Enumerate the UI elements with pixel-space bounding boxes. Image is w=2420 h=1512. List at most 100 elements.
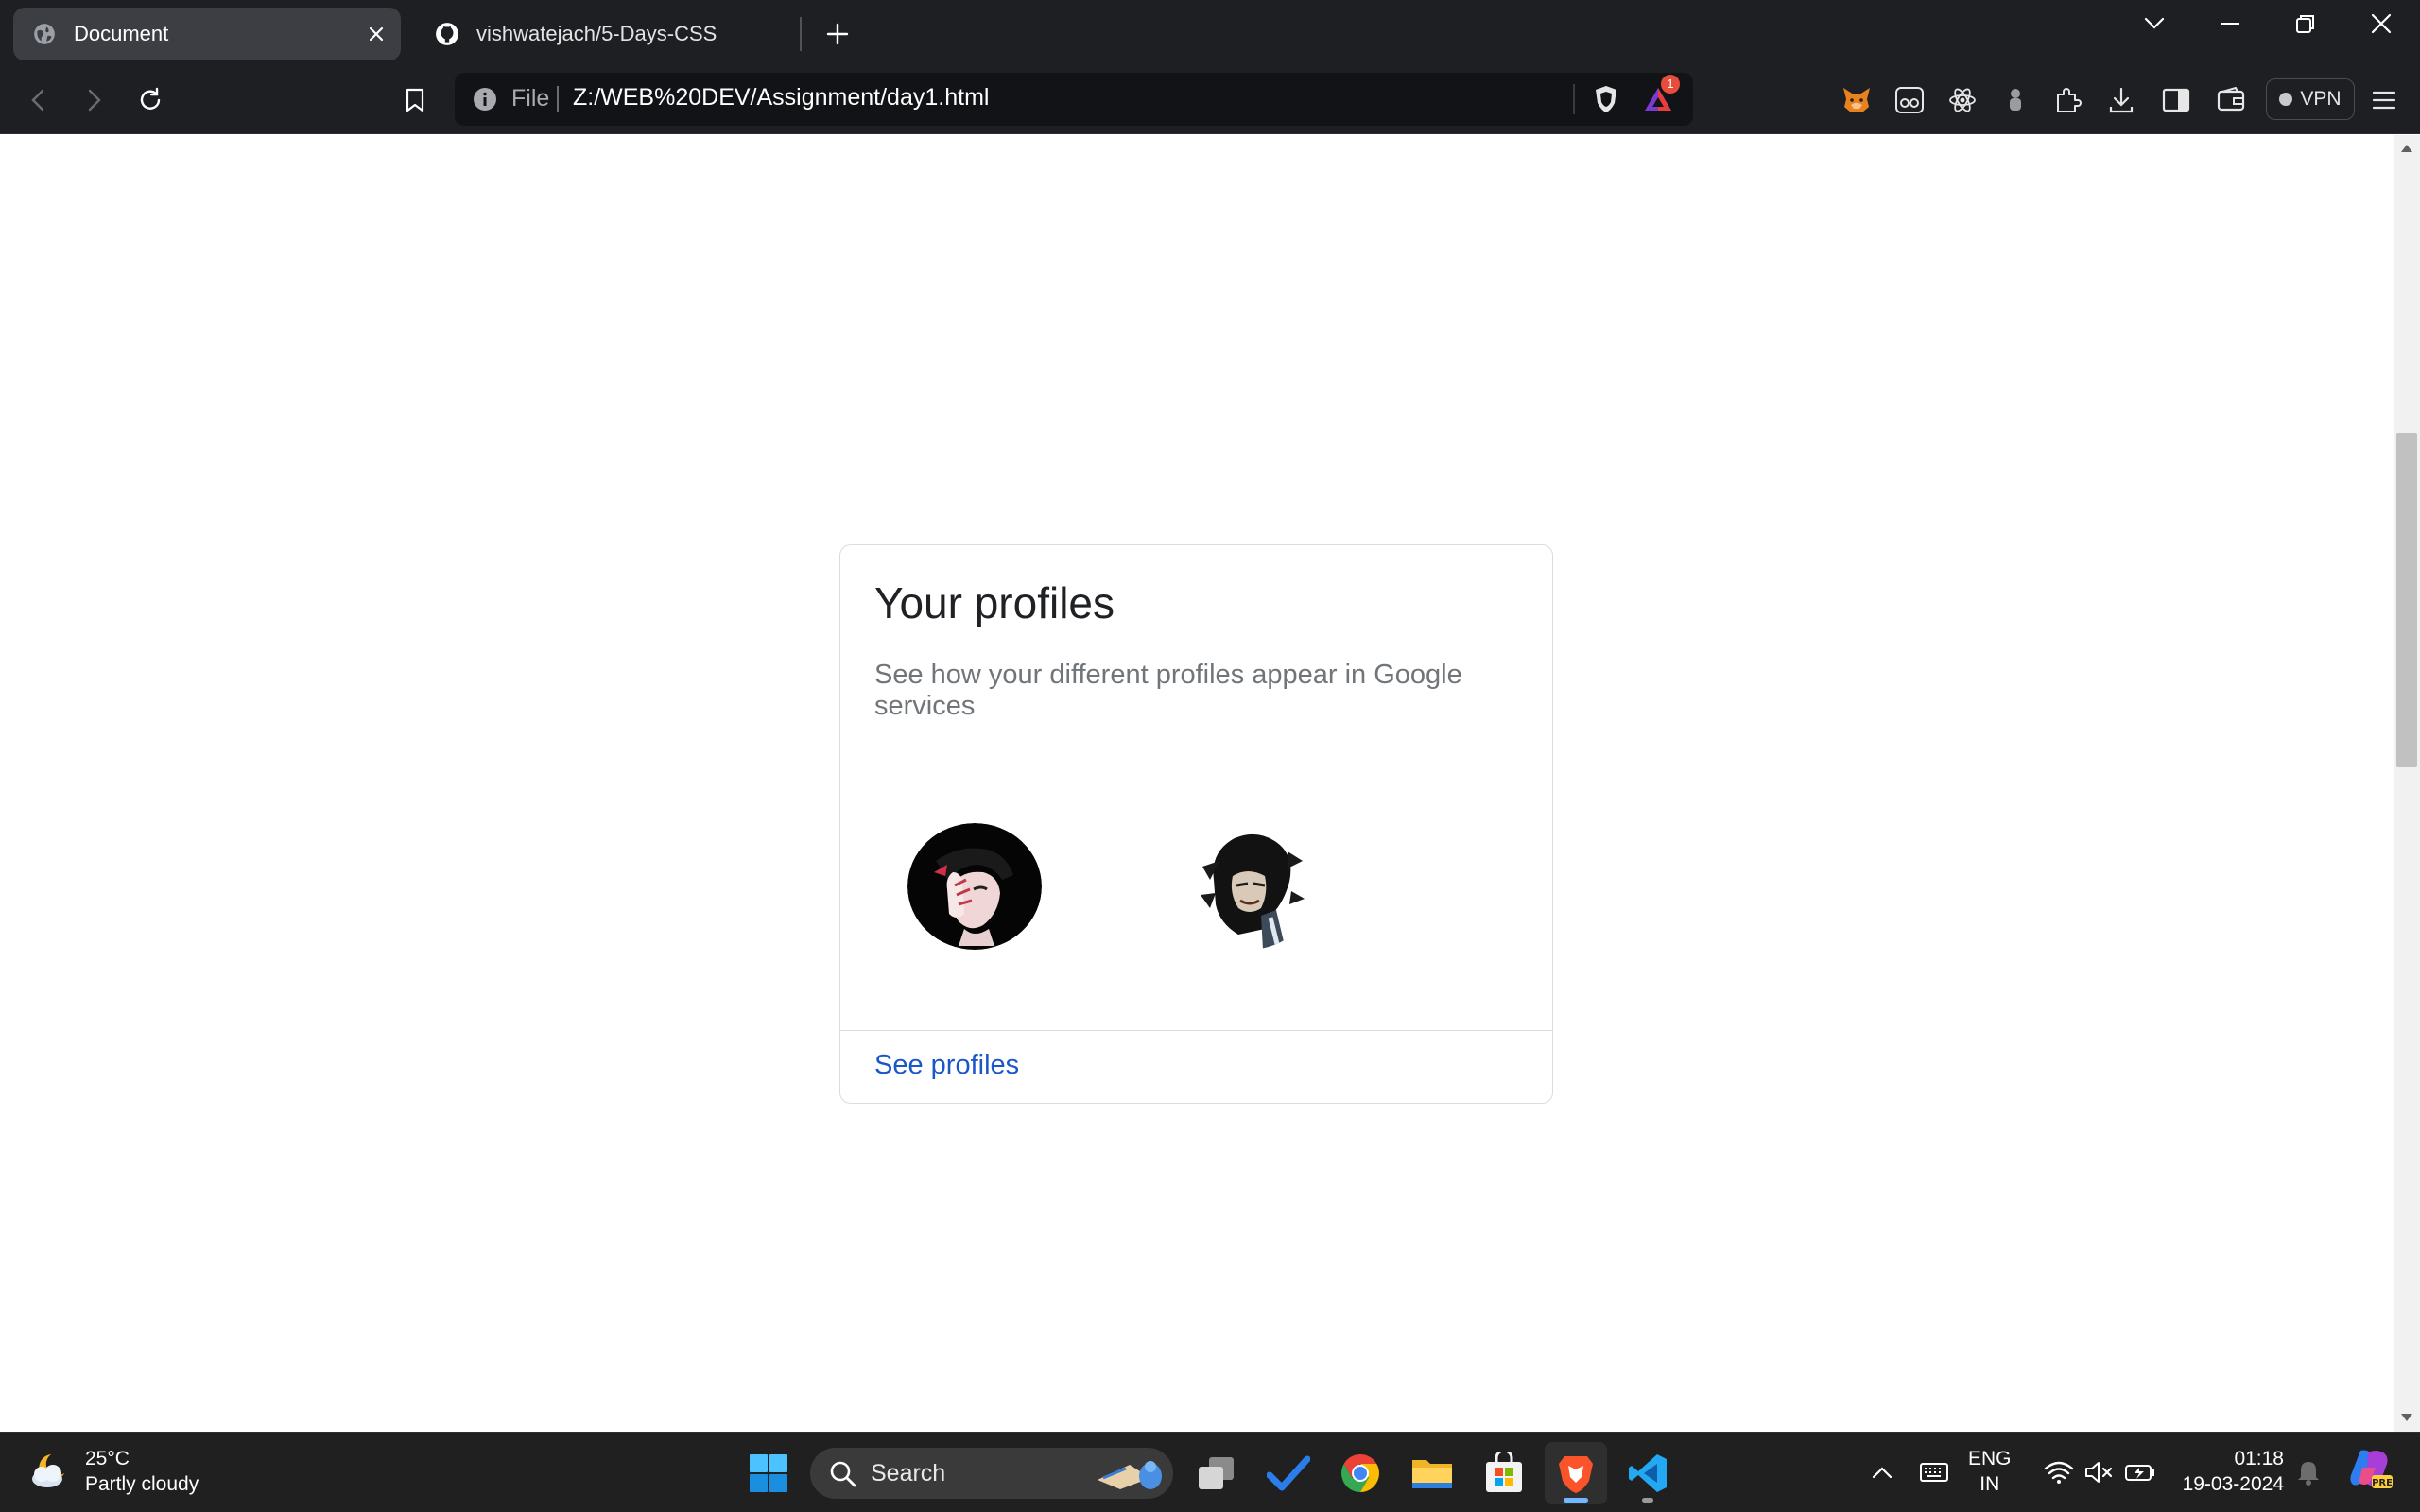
weather-condition: Partly cloudy [85, 1473, 199, 1495]
brave-lion-icon [1559, 1456, 1593, 1493]
card-title: Your profiles [874, 578, 1115, 627]
back-button[interactable] [17, 78, 60, 122]
start-button[interactable] [737, 1442, 800, 1504]
task-view-icon [1199, 1457, 1234, 1489]
plus-icon [826, 23, 849, 45]
system-clock[interactable]: 01:18 19-03-2024 [2174, 1446, 2284, 1497]
running-indicator [1642, 1498, 1653, 1503]
keyboard-icon [1920, 1463, 1948, 1482]
close-window-button[interactable] [2343, 0, 2419, 47]
taskbar-search[interactable]: Search [810, 1448, 1173, 1499]
new-tab-button[interactable] [817, 13, 858, 55]
search-icon [830, 1461, 856, 1487]
react-devtools-icon[interactable] [1944, 81, 1981, 119]
arrow-left-icon [31, 89, 44, 112]
todo-app[interactable] [1257, 1442, 1320, 1504]
see-profiles-link[interactable]: See profiles [874, 1050, 1019, 1081]
tab-search-button[interactable] [2117, 0, 2192, 47]
minimize-button[interactable] [2192, 0, 2268, 47]
card-subtitle: See how your different profiles appear i… [874, 660, 1462, 721]
chrome-app[interactable] [1329, 1442, 1392, 1504]
vscode-app[interactable] [1616, 1442, 1679, 1504]
search-highlight-icon [1098, 1461, 1162, 1489]
windows-logo-icon [750, 1454, 787, 1492]
vscode-icon [1629, 1454, 1667, 1492]
battery-charging-icon [2125, 1465, 2154, 1481]
search-label: Search [871, 1460, 946, 1486]
rewards-badge: 1 [1661, 75, 1680, 94]
address-divider [557, 86, 559, 112]
vpn-label: VPN [2300, 88, 2342, 110]
restore-button[interactable] [2268, 0, 2343, 47]
metamask-icon[interactable] [1838, 81, 1876, 119]
store-icon [1486, 1452, 1522, 1492]
browser-titlebar: Document vishwatejach/5-Days-CSS [0, 0, 2420, 65]
address-bar[interactable]: File Z:/WEB%20DEV/Assignment/day1.html 1 [455, 73, 1693, 126]
scroll-up-arrow[interactable] [2397, 139, 2416, 158]
scrollbar-thumb[interactable] [2396, 433, 2417, 767]
input-language-indicator[interactable]: ENG IN [1968, 1446, 2012, 1497]
bookmark-icon [406, 88, 424, 112]
triangle-down-icon [2401, 1414, 2412, 1421]
battery-button[interactable] [2121, 1452, 2159, 1493]
sidebar-toggle-icon[interactable] [2157, 81, 2195, 119]
task-view-button[interactable] [1185, 1442, 1248, 1504]
chrome-icon [1341, 1454, 1379, 1492]
address-divider [1573, 84, 1575, 114]
tab-github[interactable]: vishwatejach/5-Days-CSS [416, 8, 794, 60]
reload-button[interactable] [129, 78, 172, 122]
close-tab-icon[interactable] [359, 17, 393, 51]
tab-document[interactable]: Document [13, 8, 401, 60]
vpn-status-icon [2279, 93, 2293, 106]
profile-avatar[interactable] [1182, 823, 1316, 950]
windows-taskbar: 25°C Partly cloudy Search ENG IN 01:18 1… [0, 1432, 2420, 1512]
brave-app[interactable] [1545, 1442, 1607, 1504]
bell-icon [2298, 1462, 2319, 1486]
reload-icon [140, 87, 161, 110]
menu-button[interactable] [2365, 81, 2403, 119]
restore-icon [2296, 15, 2314, 33]
file-explorer-app[interactable] [1401, 1442, 1463, 1504]
card-divider [840, 1030, 1552, 1031]
brave-shield-icon[interactable] [1592, 84, 1620, 114]
bookmark-button[interactable] [393, 78, 437, 122]
notifications-button[interactable] [2291, 1452, 2325, 1493]
partly-cloudy-night-icon [32, 1454, 64, 1487]
svg-text:PRE: PRE [2372, 1478, 2393, 1488]
url-text[interactable]: Z:/WEB%20DEV/Assignment/day1.html [573, 84, 989, 112]
info-icon[interactable] [472, 86, 498, 112]
arrow-right-icon [88, 89, 101, 112]
download-icon[interactable] [2102, 81, 2140, 119]
microsoft-store-app[interactable] [1473, 1442, 1535, 1504]
page-viewport: Your profiles See how your different pro… [0, 135, 2394, 1432]
wallet-icon[interactable] [2212, 81, 2250, 119]
profiles-card: Your profiles See how your different pro… [839, 544, 1553, 1104]
region-code: IN [1979, 1473, 2000, 1495]
reader-icon[interactable] [1891, 81, 1928, 119]
extension-figure-icon[interactable] [1996, 81, 2034, 119]
folder-icon [1412, 1460, 1452, 1488]
checkmark-icon [1267, 1455, 1310, 1491]
hamburger-icon [2372, 91, 2396, 110]
minimize-icon [2221, 23, 2239, 25]
show-hidden-icons-button[interactable] [1868, 1452, 1896, 1493]
copilot-button[interactable]: PRE [2344, 1446, 2395, 1491]
weather-widget[interactable]: 25°C Partly cloudy [26, 1446, 199, 1497]
volume-button[interactable] [2082, 1452, 2116, 1493]
clock-time: 01:18 [2234, 1448, 2284, 1469]
tab-title: vishwatejach/5-Days-CSS [476, 22, 717, 45]
tab-title: Document [74, 22, 169, 45]
network-button[interactable] [2042, 1452, 2076, 1493]
triangle-up-icon [2401, 145, 2412, 152]
running-indicator [1564, 1498, 1588, 1503]
vpn-button[interactable]: VPN [2266, 78, 2355, 120]
touch-keyboard-button[interactable] [1915, 1452, 1953, 1493]
scroll-down-arrow[interactable] [2397, 1408, 2416, 1427]
extensions-puzzle-icon[interactable] [2049, 81, 2087, 119]
vertical-scrollbar[interactable] [2394, 135, 2420, 1432]
globe-icon [34, 24, 55, 44]
language-code: ENG [1968, 1448, 2012, 1469]
forward-button[interactable] [72, 78, 115, 122]
profile-avatar[interactable] [908, 823, 1042, 950]
chevron-up-icon [1872, 1467, 1893, 1479]
